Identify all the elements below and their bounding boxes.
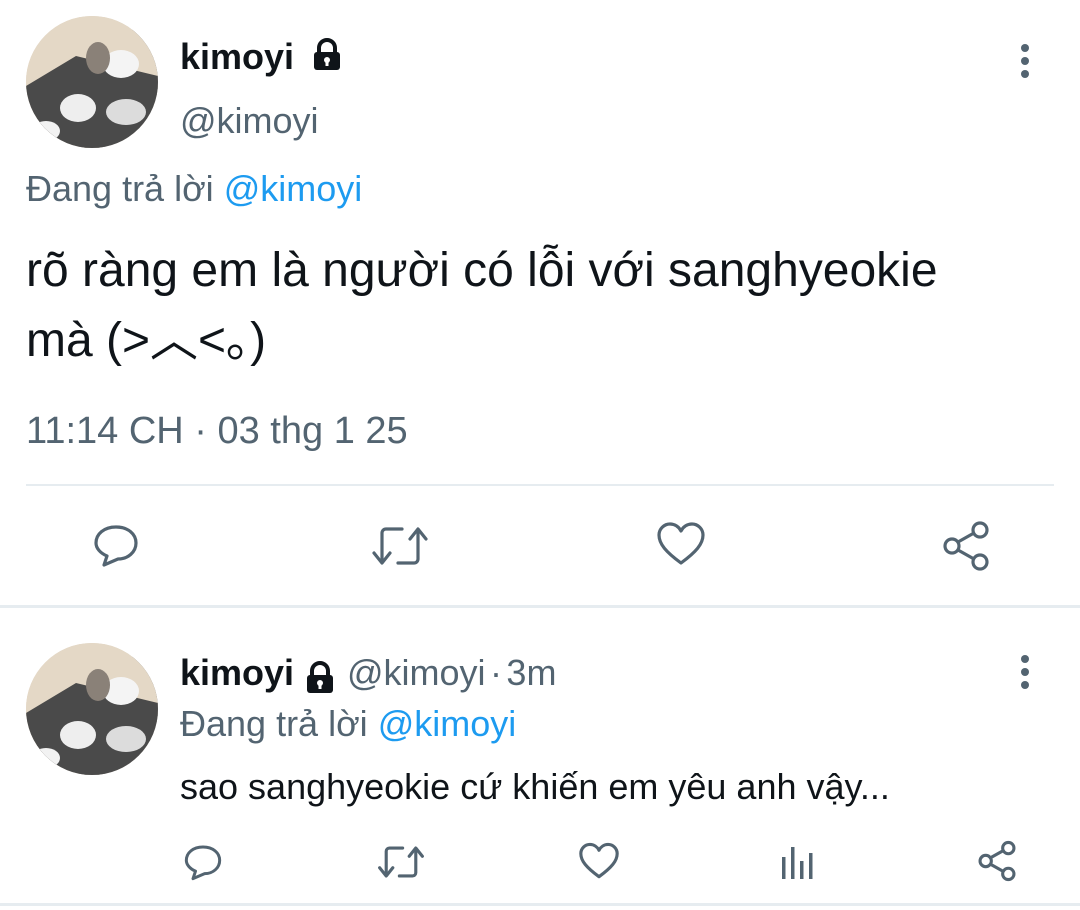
lock-icon [303, 661, 337, 700]
reply-prefix: Đang trả lời [26, 168, 214, 209]
tweet-separator [0, 605, 1080, 608]
reply-context-2: Đang trả lời @kimoyi [180, 703, 516, 745]
share-icon[interactable] [976, 840, 1018, 882]
lock-icon [310, 38, 344, 81]
tweet-text: rõ ràng em là người có lỗi với sanghyeok… [26, 236, 938, 376]
reply-more-options-icon[interactable] [1020, 655, 1030, 689]
reply-prefix-2: Đang trả lời [180, 703, 368, 744]
like-icon[interactable] [578, 842, 620, 880]
reply-age[interactable]: 3m [506, 652, 556, 693]
reply-avatar[interactable] [26, 643, 158, 775]
reply-text: sao sanghyeokie cứ khiến em yêu anh vậy.… [180, 766, 890, 807]
reply-icon[interactable] [92, 521, 140, 569]
tweet-text-line-2: mà (>︿<｡) [26, 314, 267, 367]
handle[interactable]: @kimoyi [180, 100, 319, 142]
reply-mention-link[interactable]: @kimoyi [224, 168, 363, 209]
bottom-divider [0, 903, 1080, 906]
reply-icon[interactable] [183, 842, 223, 882]
tweet-text-line-1: rõ ràng em là người có lỗi với sanghyeok… [26, 244, 938, 297]
retweet-icon[interactable] [372, 523, 428, 569]
timestamp[interactable]: 11:14 CH · 03 thg 1 25 [26, 410, 408, 453]
display-name[interactable]: kimoyi [180, 36, 294, 77]
reply-header: kimoyi @kimoyi · 3m [180, 652, 556, 700]
reply-handle[interactable]: @kimoyi [347, 652, 486, 693]
divider [26, 484, 1054, 486]
more-options-icon[interactable] [1020, 44, 1030, 78]
reply-mention-link-2[interactable]: @kimoyi [378, 703, 517, 744]
reply-context: Đang trả lời @kimoyi [26, 168, 362, 210]
separator-dot: · [489, 652, 502, 693]
retweet-icon[interactable] [378, 843, 424, 881]
avatar[interactable] [26, 16, 158, 148]
reply-display-name[interactable]: kimoyi [180, 652, 294, 693]
analytics-icon[interactable] [780, 843, 816, 881]
share-icon[interactable] [940, 520, 992, 572]
like-icon[interactable] [656, 521, 706, 567]
